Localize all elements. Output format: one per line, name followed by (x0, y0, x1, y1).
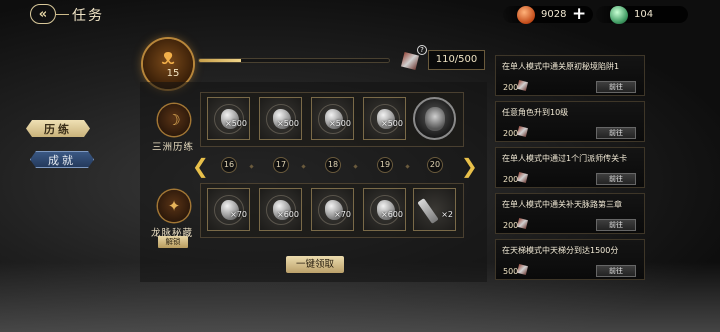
jade-currency: 104 (596, 5, 688, 24)
reward-slot-special[interactable] (413, 97, 456, 140)
quest-item: 在单人模式中通关原初秘境陷阱1 200 前往 (495, 55, 645, 96)
add-currency-button[interactable]: + (572, 6, 586, 23)
quest-item: 任意角色升到10级 200 前往 (495, 101, 645, 142)
sword-icon (417, 198, 439, 224)
reward-slot[interactable]: ×500 (259, 97, 302, 140)
go-button[interactable]: 前往 (596, 265, 636, 277)
reward-slot[interactable]: ×500 (311, 97, 354, 140)
mask-icon (425, 107, 445, 131)
back-arrow-icon: « (38, 6, 48, 22)
quest-reward: 200 (503, 83, 519, 92)
reward-token-icon (517, 264, 528, 275)
progress-bar (198, 58, 390, 63)
reward-token-icon (517, 218, 528, 229)
reward-slot[interactable]: ×600 (363, 188, 406, 231)
reward-qty: ×500 (381, 119, 403, 128)
scroll-left-arrow[interactable]: ❮ (192, 155, 209, 177)
reward-qty: ×500 (277, 119, 299, 128)
quest-reward: 200 (503, 175, 519, 184)
reward-qty: ×600 (277, 210, 299, 219)
dragon-emblem-icon: ✦ (158, 190, 190, 222)
tab-label: 历练 (44, 122, 72, 136)
free-track-label: 三洲历练 (152, 142, 195, 153)
quest-item: 在单人模式中通关补天脉路第三章 200 前往 (495, 193, 645, 234)
gold-amount: 9028 (541, 9, 567, 20)
quest-reward: 200 (503, 129, 519, 138)
moon-emblem-icon: ☽ (158, 104, 190, 136)
tab-lilian[interactable]: 历练 (26, 120, 90, 137)
scroll-right-arrow[interactable]: ❯ (461, 155, 478, 177)
quest-title: 任意角色升到10级 (502, 108, 569, 117)
quest-item: 在天梯模式中天梯分到达1500分 500 前往 (495, 239, 645, 280)
reward-token-icon (517, 80, 528, 91)
page-title: 任务 (72, 8, 104, 24)
quest-title: 在单人模式中通关补天脉路第三章 (502, 200, 622, 209)
reward-slot[interactable]: ×70 (311, 188, 354, 231)
reward-slot[interactable]: ×600 (259, 188, 302, 231)
claim-all-button[interactable]: 一键领取 (286, 256, 344, 273)
reward-slot[interactable]: ×500 (363, 97, 406, 140)
reward-token-icon (517, 172, 528, 183)
reward-slot[interactable]: ×2 (413, 188, 456, 231)
level-marker: 16 (221, 157, 237, 173)
orange-gem-icon (517, 5, 535, 24)
jade-amount: 104 (634, 9, 654, 20)
progress-count: 110/500 (428, 50, 485, 70)
go-button[interactable]: 前往 (596, 219, 636, 231)
tab-label: 成就 (48, 153, 76, 167)
reward-qty: ×2 (441, 210, 453, 219)
level-number: 15 (166, 68, 180, 79)
tab-chengjiu[interactable]: 成就 (30, 151, 94, 168)
quest-item: 在单人模式中通过1个门派师传关卡 200 前往 (495, 147, 645, 188)
quest-title: 在天梯模式中天梯分到达1500分 (502, 246, 619, 255)
reward-slot[interactable]: ×70 (207, 188, 250, 231)
reward-qty: ×600 (381, 210, 403, 219)
go-button[interactable]: 前往 (596, 81, 636, 93)
reward-qty: ×500 (329, 119, 351, 128)
level-marker: 20 (427, 157, 443, 173)
quest-reward: 200 (503, 221, 519, 230)
level-marker: 19 (377, 157, 393, 173)
header-divider (55, 14, 69, 15)
reward-qty: ×70 (230, 210, 247, 219)
level-marker: 18 (325, 157, 341, 173)
quest-title: 在单人模式中通关原初秘境陷阱1 (502, 62, 620, 71)
progress-token-icon (401, 52, 419, 70)
level-marker: 17 (273, 157, 289, 173)
quest-title: 在单人模式中通过1个门派师传关卡 (502, 154, 628, 163)
reward-slot[interactable]: ×500 (207, 97, 250, 140)
go-button[interactable]: 前往 (596, 127, 636, 139)
go-button[interactable]: 前往 (596, 173, 636, 185)
jade-icon (610, 5, 628, 24)
reward-qty: ×500 (225, 119, 247, 128)
progress-fill (199, 59, 241, 62)
help-icon[interactable]: ? (417, 45, 427, 55)
back-button[interactable]: « (30, 4, 56, 24)
quest-reward: 500 (503, 267, 519, 276)
reward-token-icon (517, 126, 528, 137)
unlock-button[interactable]: 解锁 (158, 236, 188, 248)
reward-qty: ×70 (334, 210, 351, 219)
